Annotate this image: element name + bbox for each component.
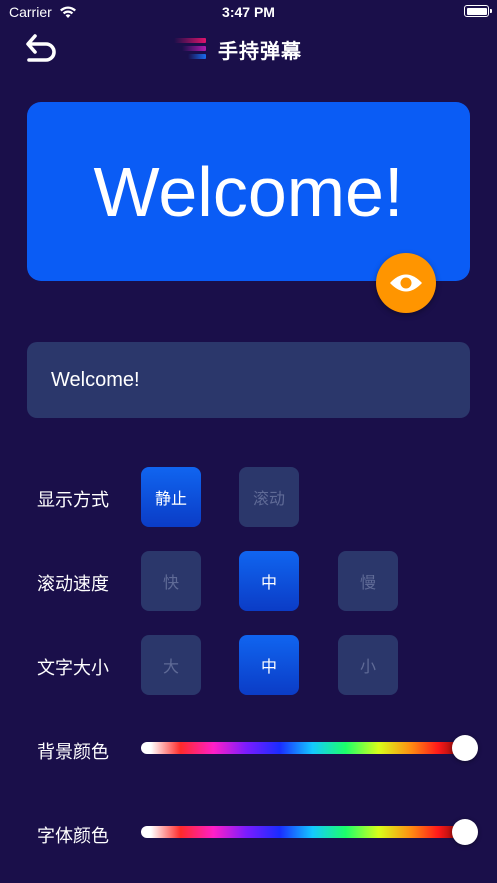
back-arrow-icon xyxy=(26,34,56,62)
text-size-label: 文字大小 xyxy=(37,658,109,679)
status-bar: Carrier 3:47 PM xyxy=(0,0,497,26)
preview-text: Welcome! xyxy=(93,152,404,231)
background-color-label: 背景颜色 xyxy=(37,742,109,763)
text-size-large-button[interactable]: 大 xyxy=(141,635,201,695)
page-title: 手持弹幕 xyxy=(218,38,302,63)
scroll-speed-slow-button[interactable]: 慢 xyxy=(338,551,398,611)
eye-icon xyxy=(390,274,422,292)
background-color-slider[interactable] xyxy=(141,742,471,754)
font-color-label: 字体颜色 xyxy=(37,826,109,847)
display-mode-static-button[interactable]: 静止 xyxy=(141,467,201,527)
font-color-slider-thumb[interactable] xyxy=(452,819,478,845)
text-size-medium-button[interactable]: 中 xyxy=(239,635,299,695)
preview-button[interactable] xyxy=(376,253,436,313)
text-size-small-button[interactable]: 小 xyxy=(338,635,398,695)
battery-icon xyxy=(464,5,492,17)
background-color-slider-thumb[interactable] xyxy=(452,735,478,761)
app-logo-icon xyxy=(170,36,206,62)
display-mode-label: 显示方式 xyxy=(37,490,109,511)
back-button[interactable] xyxy=(24,32,60,68)
display-mode-scroll-button[interactable]: 滚动 xyxy=(239,467,299,527)
scroll-speed-label: 滚动速度 xyxy=(37,574,109,595)
clock-time: 3:47 PM xyxy=(222,4,275,20)
danmaku-text-input[interactable]: Welcome! xyxy=(27,342,470,418)
scroll-speed-medium-button[interactable]: 中 xyxy=(239,551,299,611)
font-color-slider[interactable] xyxy=(141,826,471,838)
scroll-speed-fast-button[interactable]: 快 xyxy=(141,551,201,611)
nav-bar: 手持弹幕 xyxy=(170,34,302,64)
